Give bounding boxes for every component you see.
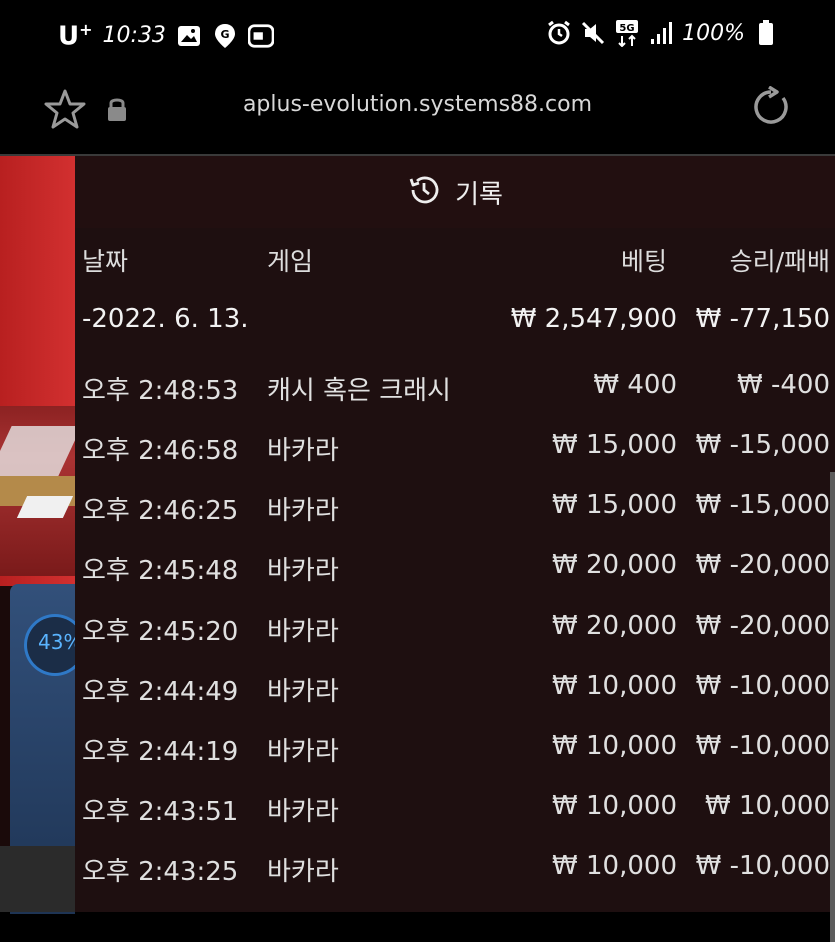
row-win-loss: ₩ -10,000 — [695, 851, 830, 881]
row-bet: ₩ 15,000 — [552, 490, 677, 520]
clock: 10:33 — [102, 23, 166, 49]
history-row[interactable]: 오후 2:45:48 바카라 ₩ 20,000 ₩ -20,000 — [75, 550, 835, 610]
row-bet: ₩ 10,000 — [552, 731, 677, 761]
history-row[interactable]: 오후 2:43:25 바카라 ₩ 10,000 ₩ -10,000 — [75, 851, 835, 911]
browser-address-bar: aplus-evolution.systems88.com — [0, 72, 835, 156]
row-win-loss: ₩ 10,000 — [705, 791, 830, 821]
carrier-label: U+ — [58, 20, 93, 52]
history-row[interactable]: 오후 2:44:49 바카라 ₩ 10,000 ₩ -10,000 — [75, 671, 835, 731]
row-time: 오후 2:45:20 — [82, 617, 239, 647]
row-bet: ₩ 10,000 — [552, 851, 677, 881]
row-bet: ₩ 400 — [593, 370, 677, 400]
svg-text:5G: 5G — [620, 23, 635, 34]
mute-icon — [580, 20, 606, 46]
column-header-game[interactable]: 게임 — [267, 242, 313, 278]
row-bet: ₩ 20,000 — [552, 550, 677, 580]
column-header-win-loss[interactable]: 승리/패배 — [730, 242, 830, 278]
battery-percent: 100% — [682, 20, 745, 46]
summary-win-loss: ₩ -77,150 — [695, 304, 830, 334]
history-row[interactable]: 오후 2:48:53 캐시 혹은 크래시 ₩ 400 ₩ -400 — [75, 370, 835, 430]
location-notification-icon: G — [212, 23, 238, 49]
column-header-bet[interactable]: 베팅 — [621, 242, 667, 278]
game-bottom-bar — [0, 846, 75, 912]
row-time: 오후 2:44:19 — [82, 737, 239, 767]
signal-icon — [648, 20, 674, 46]
row-win-loss: ₩ -15,000 — [695, 490, 830, 520]
network-5g-icon: 5G — [614, 20, 640, 47]
date-summary-row[interactable]: -2022. 6. 13. ₩ 2,547,900 ₩ -77,150 — [75, 304, 835, 364]
url-text[interactable]: aplus-evolution.systems88.com — [0, 92, 835, 117]
row-time: 오후 2:46:25 — [82, 496, 239, 526]
history-row[interactable]: 오후 2:44:19 바카라 ₩ 10,000 ₩ -10,000 — [75, 731, 835, 791]
row-game: 바카라 — [267, 556, 339, 586]
row-game: 바카라 — [267, 737, 339, 767]
history-header: 기록 — [75, 156, 835, 228]
status-bar: U+ 10:33 G 5G 100% — [0, 0, 835, 72]
row-time: 오후 2:43:51 — [82, 797, 239, 827]
row-game: 바카라 — [267, 797, 339, 827]
row-game: 바카라 — [267, 677, 339, 707]
row-game: 캐시 혹은 크래시 — [267, 376, 451, 406]
app-notification-icon — [247, 23, 274, 49]
history-title: 기록 — [455, 179, 503, 210]
row-win-loss: ₩ -10,000 — [695, 731, 830, 761]
column-header-date[interactable]: 날짜 — [82, 242, 128, 278]
reload-icon[interactable] — [750, 85, 792, 132]
row-win-loss: ₩ -400 — [737, 370, 830, 400]
history-panel: 기록 날짜 게임 베팅 승리/패배 -2022. 6. 13. ₩ 2,547,… — [75, 156, 835, 942]
row-game: 바카라 — [267, 617, 339, 647]
row-win-loss: ₩ -10,000 — [695, 671, 830, 701]
row-bet: ₩ 15,000 — [552, 430, 677, 460]
history-row[interactable]: 오후 2:46:58 바카라 ₩ 15,000 ₩ -15,000 — [75, 430, 835, 490]
row-win-loss: ₩ -20,000 — [695, 550, 830, 580]
row-game: 바카라 — [267, 857, 339, 887]
history-scrollbar[interactable] — [830, 472, 835, 942]
svg-text:G: G — [220, 28, 229, 41]
row-bet: ₩ 10,000 — [552, 791, 677, 821]
summary-bet: ₩ 2,547,900 — [510, 304, 677, 334]
row-time: 오후 2:46:58 — [82, 436, 239, 466]
alarm-icon — [546, 20, 572, 46]
row-bet: ₩ 10,000 — [552, 671, 677, 701]
row-win-loss: ₩ -15,000 — [695, 430, 830, 460]
row-game: 바카라 — [267, 436, 339, 466]
row-win-loss: ₩ -20,000 — [695, 611, 830, 641]
history-icon — [407, 173, 441, 211]
row-bet: ₩ 20,000 — [552, 611, 677, 641]
summary-date: -2022. 6. 13. — [82, 304, 249, 334]
history-row[interactable]: 오후 2:43:51 바카라 ₩ 10,000 ₩ 10,000 — [75, 791, 835, 851]
row-time: 오후 2:44:49 — [82, 677, 239, 707]
battery-icon — [753, 20, 779, 46]
row-game: 바카라 — [267, 496, 339, 526]
row-time: 오후 2:43:25 — [82, 857, 239, 887]
image-notification-icon — [176, 23, 202, 49]
row-time: 오후 2:48:53 — [82, 376, 239, 406]
row-time: 오후 2:45:48 — [82, 556, 239, 586]
history-row[interactable]: 오후 2:46:25 바카라 ₩ 15,000 ₩ -15,000 — [75, 490, 835, 550]
history-row[interactable]: 오후 2:45:20 바카라 ₩ 20,000 ₩ -20,000 — [75, 611, 835, 671]
